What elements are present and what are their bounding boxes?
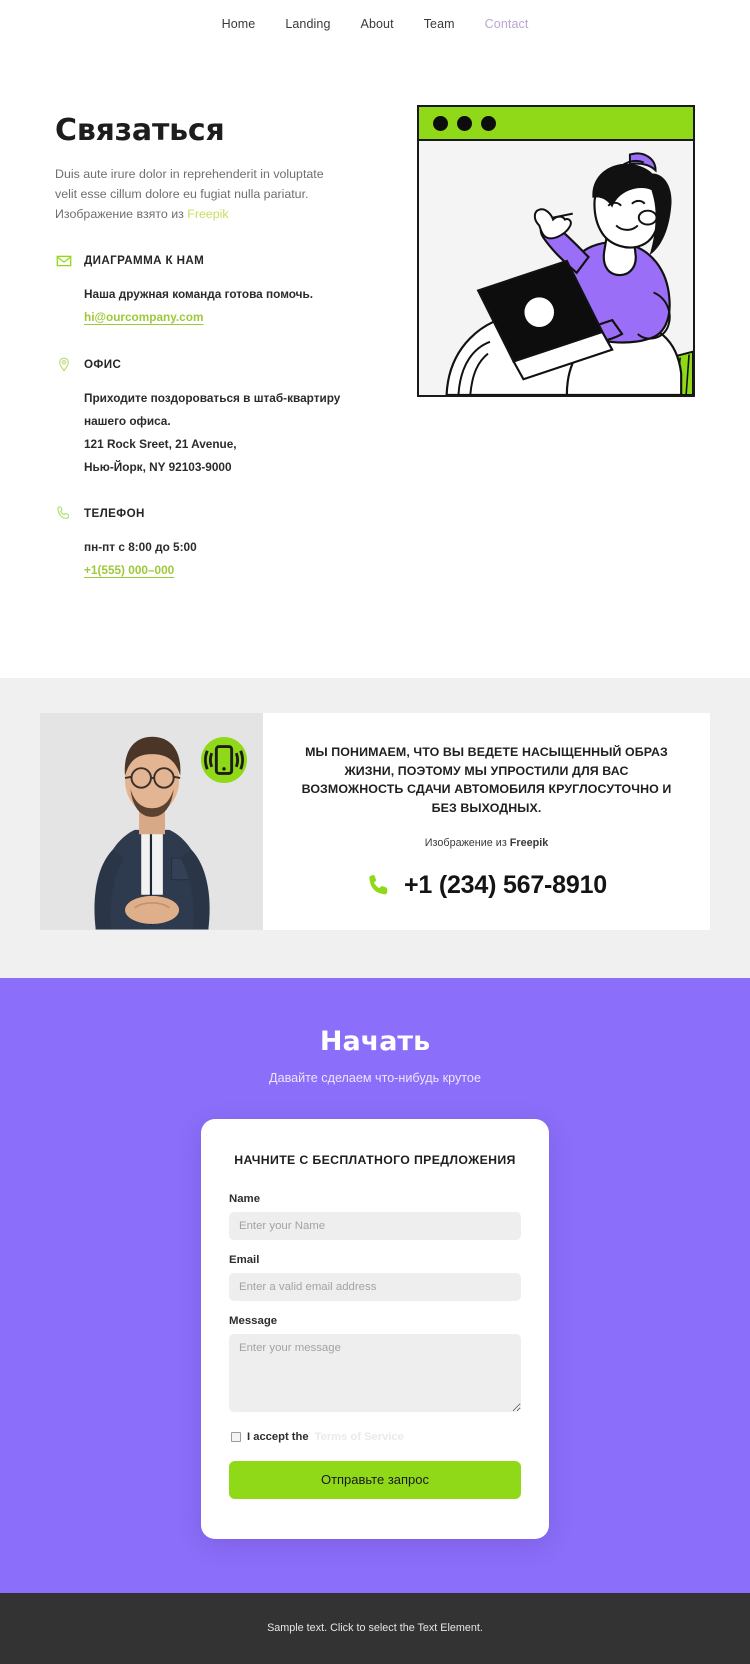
office-line-2: нашего офиса. <box>84 413 171 428</box>
contact-form-card: НАЧНИТЕ С БЕСПЛАТНОГО ПРЕДЛОЖЕНИЯ Name E… <box>201 1118 549 1539</box>
form-title: НАЧНИТЕ С БЕСПЛАТНОГО ПРЕДЛОЖЕНИЯ <box>234 1152 516 1167</box>
contact-label-office: ОФИС <box>84 357 122 371</box>
accept-terms-checkbox[interactable] <box>231 1431 241 1442</box>
name-label: Name <box>229 1192 261 1205</box>
phone-link[interactable]: +1(555) 000–000 <box>84 559 174 583</box>
promo-card: МЫ ПОНИМАЕМ, ЧТО ВЫ ВЕДЕТЕ НАСЫЩЕННЫЙ ОБ… <box>40 713 710 930</box>
nav-item-about[interactable]: About <box>361 17 394 31</box>
contact-details-column: Связаться Duis aute irure dolor in repre… <box>55 105 355 608</box>
illustration-canvas <box>419 141 693 395</box>
cta-section: Начать Давайте сделаем что-нибудь крутое… <box>0 977 750 1593</box>
contact-hero-section: Связаться Duis aute irure dolor in repre… <box>0 47 750 679</box>
message-textarea[interactable] <box>229 1333 521 1412</box>
contact-block-email: ДИАГРАММА К НАМ Наша дружная команда гот… <box>55 252 355 330</box>
promo-credit-source: Freepik <box>509 836 549 849</box>
page-title: Связаться <box>55 113 225 148</box>
hero-description: Duis aute irure dolor in reprehenderit i… <box>55 164 345 224</box>
terms-of-service-link[interactable]: Terms of Service <box>315 1431 404 1443</box>
ringing-phone-icon <box>201 737 247 784</box>
nav-item-team[interactable]: Team <box>424 17 455 31</box>
email-input[interactable] <box>229 1272 521 1301</box>
illustration-column <box>355 105 695 397</box>
office-line-4: Нью-Йорк, NY 92103-9000 <box>84 459 232 474</box>
accept-terms-text: I accept the <box>247 1430 309 1443</box>
promo-headline: МЫ ПОНИМАЕМ, ЧТО ВЫ ВЕДЕТЕ НАСЫЩЕННЫЙ ОБ… <box>301 745 672 815</box>
promo-text-column: МЫ ПОНИМАЕМ, ЧТО ВЫ ВЕДЕТЕ НАСЫЩЕННЫЙ ОБ… <box>263 713 710 929</box>
promo-section: МЫ ПОНИМАЕМ, ЧТО ВЫ ВЕДЕТЕ НАСЫЩЕННЫЙ ОБ… <box>0 678 750 978</box>
man-in-glasses-photo <box>40 713 263 930</box>
cta-subtitle: Давайте сделаем что-нибудь крутое <box>269 1070 481 1085</box>
office-line-3: 121 Rock Sreet, 21 Avenue, <box>84 436 237 451</box>
email-label: Email <box>229 1253 260 1266</box>
name-input[interactable] <box>229 1211 521 1240</box>
browser-dot-2 <box>457 115 472 131</box>
office-line-1: Приходите поздороваться в штаб-квартиру <box>84 390 341 405</box>
email-link[interactable]: hi@ourcompany.com <box>84 306 203 330</box>
promo-credit-prefix: Изображение из <box>424 836 510 849</box>
field-name: Name <box>229 1193 521 1240</box>
phone-hours: пн-пт с 8:00 до 5:00 <box>84 539 197 554</box>
cta-title: Начать <box>319 1025 431 1057</box>
browser-dot-1 <box>433 115 448 131</box>
nav-item-home[interactable]: Home <box>222 17 256 31</box>
promo-phone-number: +1 (234) 567-8910 <box>403 870 607 899</box>
freepik-link[interactable]: Freepik <box>187 207 228 221</box>
phone-icon <box>366 872 392 898</box>
contact-block-office: ОФИС Приходите поздороваться в штаб-квар… <box>55 356 355 479</box>
contact-block-phone: ТЕЛЕФОН пн-пт с 8:00 до 5:00 +1(555) 000… <box>55 505 355 583</box>
nav-item-landing[interactable]: Landing <box>285 17 330 31</box>
contact-text-email: Наша дружная команда готова помочь. <box>84 287 314 302</box>
woman-with-laptop-illustration <box>417 105 695 397</box>
site-footer: Sample text. Click to select the Text El… <box>0 1592 750 1664</box>
browser-titlebar <box>419 107 693 141</box>
promo-phone-row[interactable]: +1 (234) 567-8910 <box>366 871 607 900</box>
phone-icon <box>55 505 72 522</box>
field-email: Email <box>229 1254 521 1301</box>
map-pin-icon <box>55 356 72 373</box>
footer-text[interactable]: Sample text. Click to select the Text El… <box>267 1622 483 1634</box>
message-label: Message <box>229 1314 278 1327</box>
contact-label-email: ДИАГРАММА К НАМ <box>84 254 205 268</box>
main-nav: Home Landing About Team Contact <box>222 17 529 31</box>
envelope-icon <box>55 252 72 269</box>
promo-credit: Изображение из Freepik <box>425 837 548 849</box>
site-header: Home Landing About Team Contact <box>0 0 750 47</box>
browser-dot-3 <box>481 115 496 131</box>
nav-item-contact[interactable]: Contact <box>485 17 529 31</box>
contact-label-phone: ТЕЛЕФОН <box>84 506 145 520</box>
submit-request-button[interactable]: Отправьте запрос <box>229 1460 521 1499</box>
accept-terms-row: I accept the Terms of Service <box>231 1431 521 1443</box>
field-message: Message <box>229 1315 521 1417</box>
